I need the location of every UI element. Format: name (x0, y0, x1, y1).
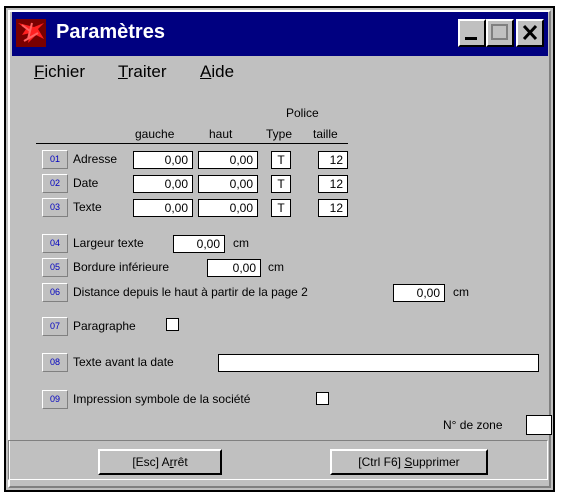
type-field[interactable]: T (271, 199, 291, 217)
paragraphe-checkbox[interactable] (166, 318, 179, 331)
taille-field[interactable]: 12 (318, 151, 348, 169)
texte-avant-number-button[interactable]: 08 (42, 353, 68, 372)
header-divider (36, 143, 348, 144)
impression-number-button[interactable]: 09 (42, 390, 68, 409)
type-field[interactable]: T (271, 151, 291, 169)
texte-avant-field[interactable] (218, 354, 539, 372)
header-police: Police (286, 106, 319, 120)
row-label: Adresse (73, 152, 118, 166)
delete-button[interactable]: [Ctrl F6] Supprimer (330, 449, 488, 475)
row-number-button[interactable]: 03 (42, 198, 68, 217)
distance-label: Distance depuis le haut à partir de la p… (73, 285, 308, 299)
zone-field[interactable] (526, 415, 552, 435)
largeur-field[interactable]: 0,00 (173, 235, 225, 253)
paragraphe-number-button[interactable]: 07 (42, 317, 68, 336)
paragraphe-label: Paragraphe (73, 319, 136, 333)
type-field[interactable]: T (271, 175, 291, 193)
distance-field[interactable]: 0,00 (393, 284, 445, 302)
header-gauche: gauche (135, 127, 175, 141)
close-icon (522, 24, 538, 41)
taille-field[interactable]: 12 (318, 175, 348, 193)
bordure-number-button[interactable]: 05 (42, 258, 68, 277)
menu-aide[interactable]: Aide (200, 62, 234, 82)
stop-button[interactable]: [Esc] Arrêt (98, 449, 222, 475)
app-icon (16, 19, 46, 47)
minimize-icon (465, 37, 477, 40)
impression-label: Impression symbole de la société (73, 392, 251, 406)
haut-field[interactable]: 0,00 (198, 175, 258, 193)
maximize-button[interactable] (486, 19, 514, 47)
row-number-button[interactable]: 01 (42, 150, 68, 169)
texte-avant-label: Texte avant la date (73, 355, 174, 369)
largeur-number-button[interactable]: 04 (42, 234, 68, 253)
impression-checkbox[interactable] (316, 392, 329, 405)
taille-field[interactable]: 12 (318, 199, 348, 217)
menu-traiter[interactable]: Traiter (118, 62, 167, 82)
gauche-field[interactable]: 0,00 (133, 175, 193, 193)
row-label: Date (73, 176, 99, 190)
header-type: Type (266, 127, 293, 141)
menu-fichier[interactable]: Fichier (34, 62, 85, 82)
row-number-button[interactable]: 02 (42, 174, 68, 193)
haut-field[interactable]: 0,00 (198, 199, 258, 217)
largeur-label: Largeur texte (73, 236, 144, 250)
bordure-label: Bordure inférieure (73, 260, 170, 274)
button-bar: [Esc] Arrêt [Ctrl F6] Supprimer (8, 440, 548, 484)
window-title: Paramètres (56, 21, 165, 43)
gauche-field[interactable]: 0,00 (133, 199, 193, 217)
distance-number-button[interactable]: 06 (42, 283, 68, 302)
largeur-unit: cm (233, 236, 249, 250)
zone-label: N° de zone (443, 418, 503, 432)
bordure-unit: cm (268, 260, 284, 274)
row-label: Texte (73, 200, 102, 214)
title-bar[interactable]: Paramètres (12, 12, 548, 56)
header-haut: haut (209, 127, 233, 141)
distance-unit: cm (453, 285, 469, 299)
gauche-field[interactable]: 0,00 (133, 151, 193, 169)
bordure-field[interactable]: 0,00 (207, 259, 261, 277)
maximize-icon (491, 24, 508, 40)
header-taille: taille (313, 127, 338, 141)
close-button[interactable] (516, 19, 544, 47)
minimize-button[interactable] (458, 19, 486, 47)
haut-field[interactable]: 0,00 (198, 151, 258, 169)
